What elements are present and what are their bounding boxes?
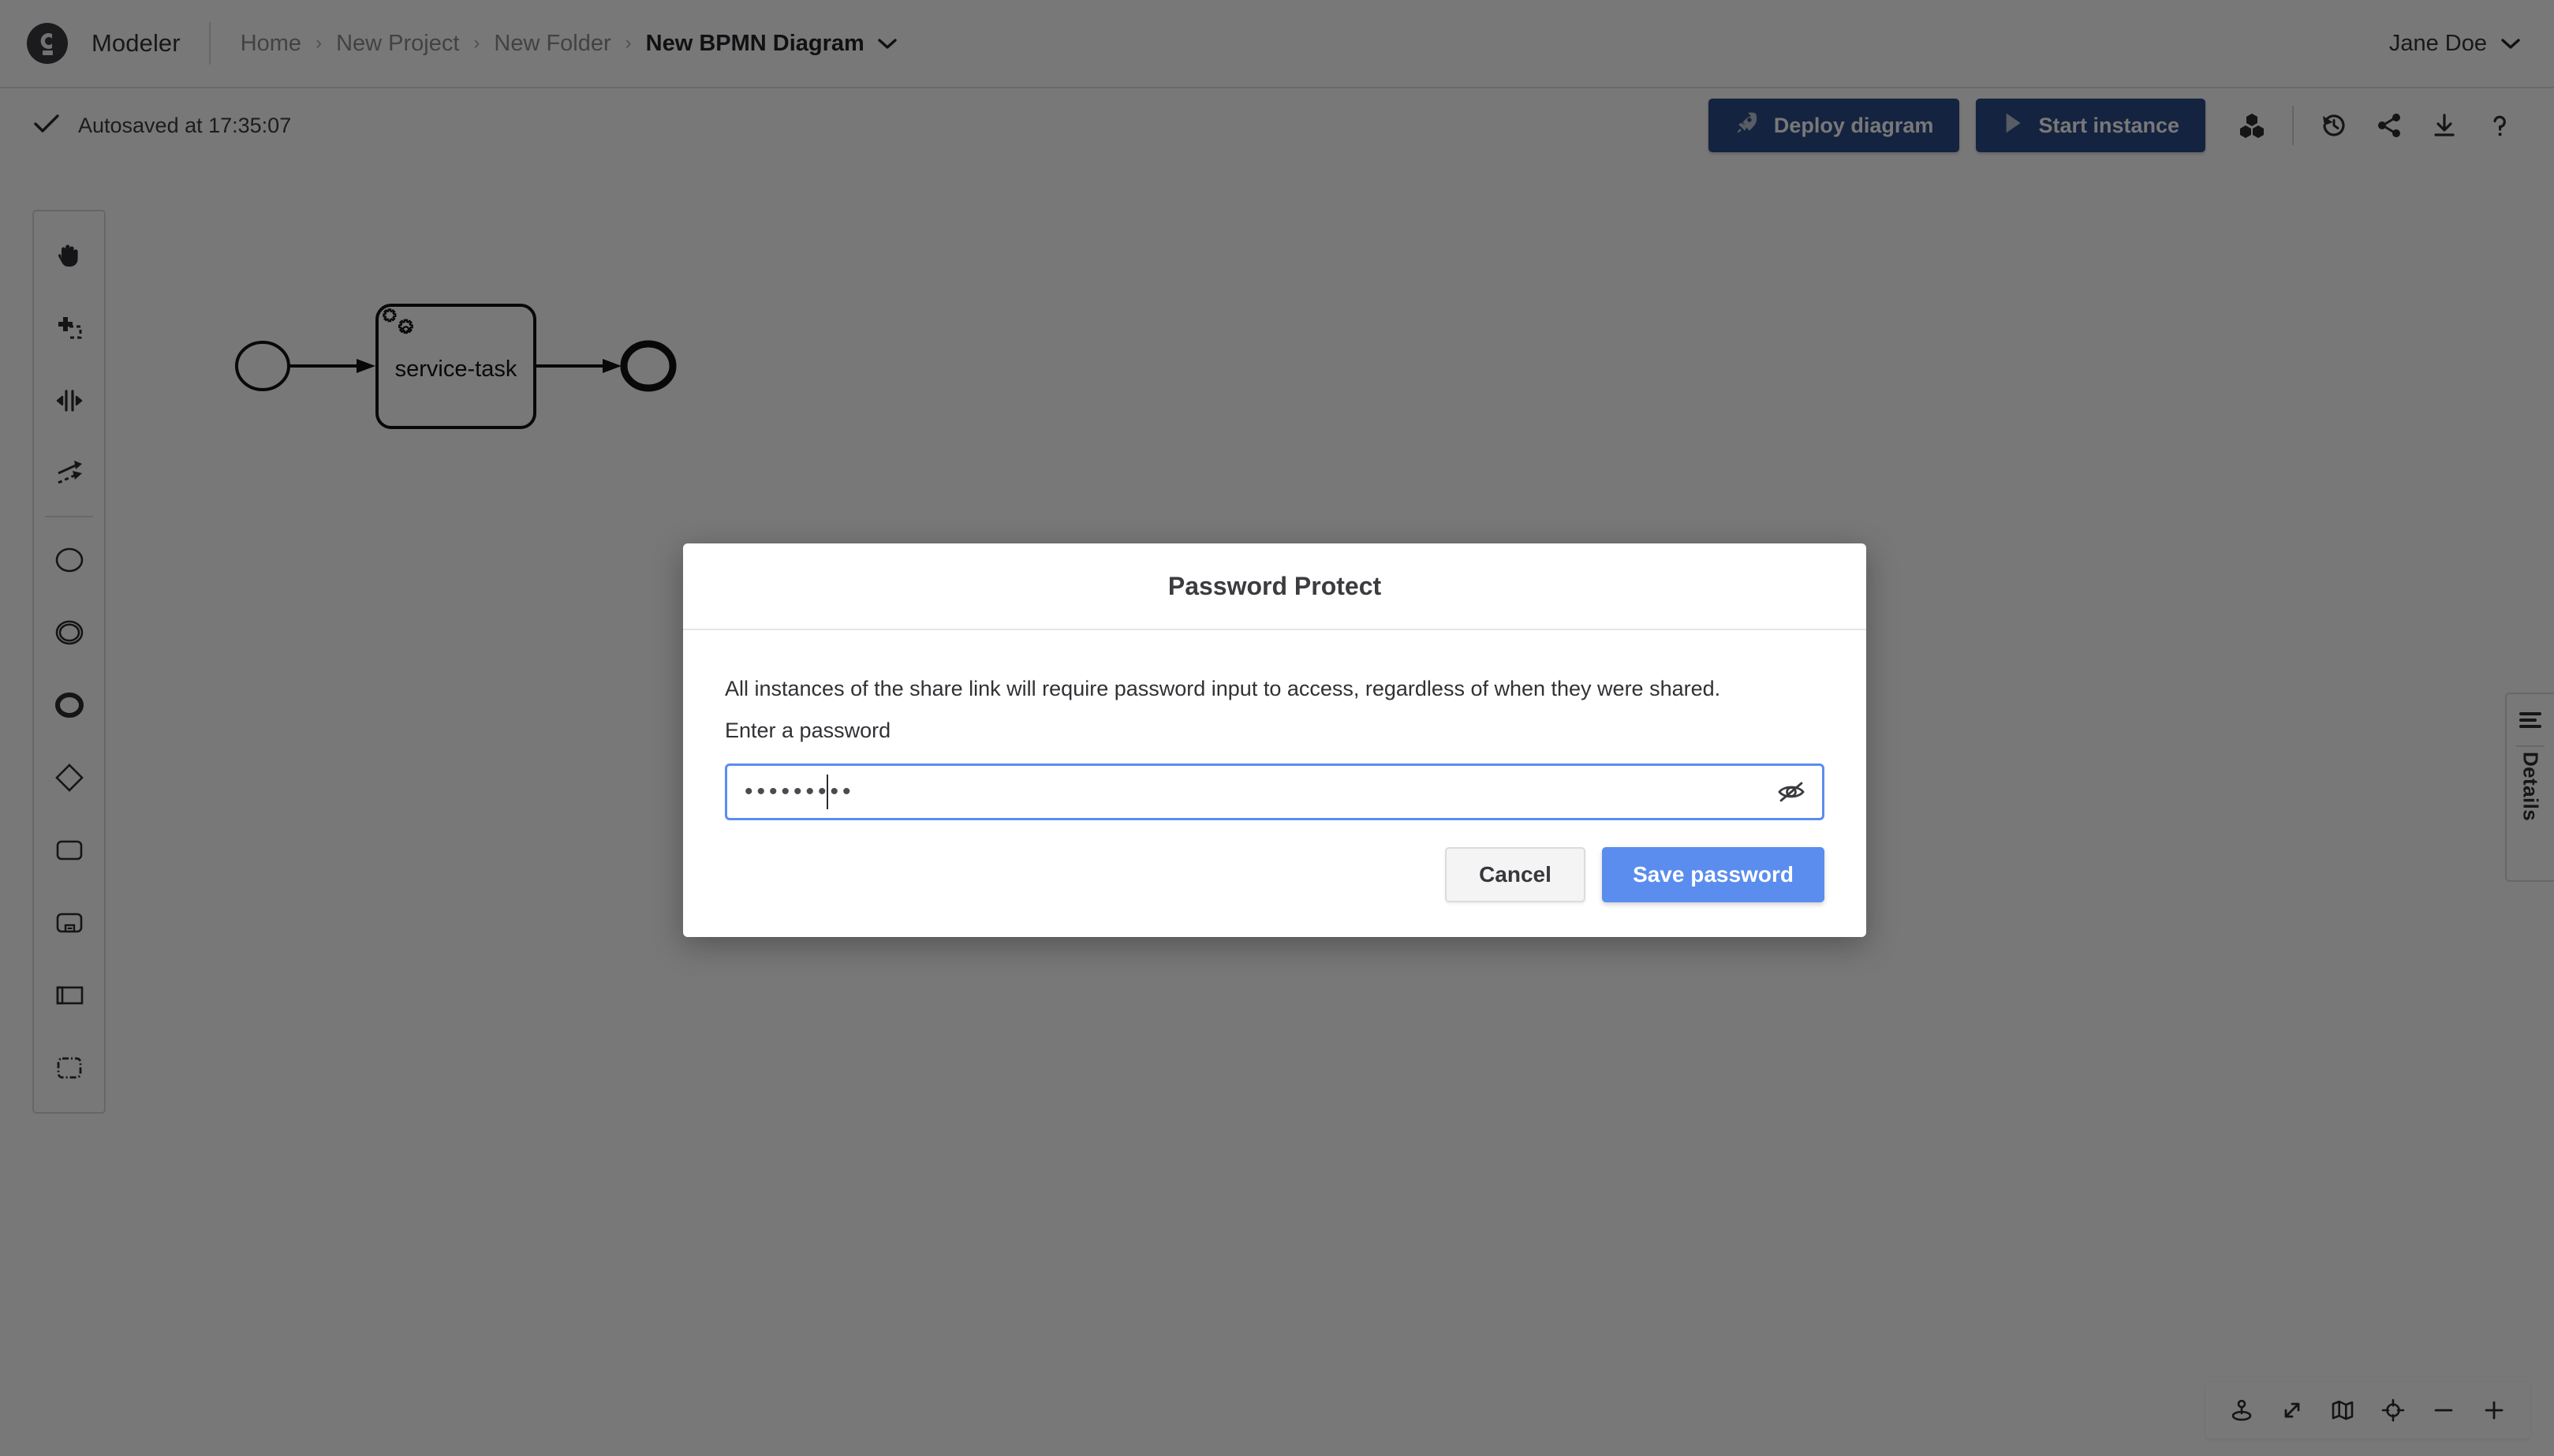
text-cursor — [827, 775, 828, 809]
modal-title: Password Protect — [1168, 572, 1381, 601]
password-protect-modal: Password Protect All instances of the sh… — [683, 543, 1866, 937]
modal-footer: Cancel Save password — [683, 820, 1866, 937]
modal-description: All instances of the share link will req… — [725, 674, 1824, 703]
modal-body: All instances of the share link will req… — [683, 630, 1866, 820]
password-field-label: Enter a password — [725, 719, 1824, 743]
password-input[interactable] — [725, 763, 1824, 820]
password-field-wrapper — [725, 763, 1824, 820]
cancel-button[interactable]: Cancel — [1445, 847, 1585, 902]
save-password-button[interactable]: Save password — [1602, 847, 1824, 902]
eye-off-icon[interactable] — [1771, 771, 1812, 812]
modal-header: Password Protect — [683, 543, 1866, 630]
